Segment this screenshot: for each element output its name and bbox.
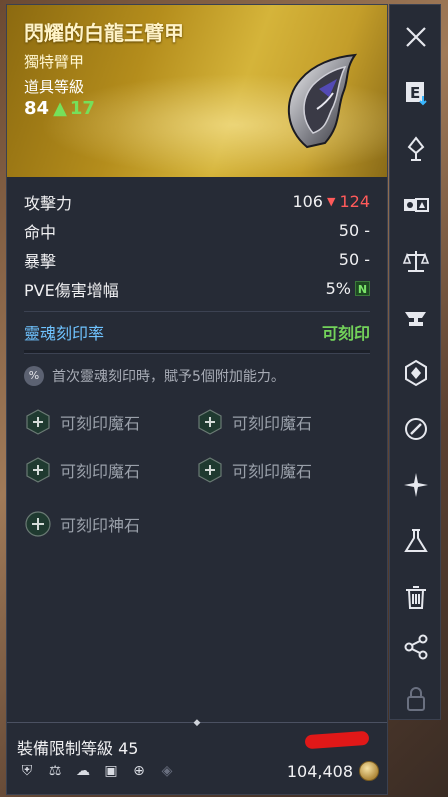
soul-engrave-status: 可刻印 [321, 324, 370, 343]
lock-icon [407, 687, 425, 711]
engrave-notice: % 首次靈魂刻印時，賦予5個附加能力。 [24, 366, 370, 386]
stat-compare-value: 124 [339, 192, 370, 211]
level-up-value: 17 [69, 98, 95, 119]
add-stone-icon [26, 457, 50, 483]
add-stone-icon [198, 457, 222, 483]
sparkle-icon [404, 473, 428, 497]
magic-stone-slots: 可刻印魔石 可刻印魔石 可刻印魔石 可刻印魔石 [24, 406, 370, 486]
add-stone-icon [198, 409, 222, 435]
stat-name: 攻擊力 [24, 193, 73, 213]
slot-label: 可刻印魔石 [60, 462, 141, 481]
stat-value: 50 - [338, 250, 370, 269]
class-book-icon: ☁ [76, 763, 90, 779]
flask-button[interactable] [390, 519, 442, 563]
redaction-mark [304, 730, 370, 750]
class-scale-icon: ⚖ [48, 763, 62, 779]
close-icon [406, 27, 426, 47]
close-button[interactable] [390, 15, 442, 59]
tooltip-footer: ◆ 裝備限制等級 45 ⛨ ⚖ ☁ ▣ ⊕ ◈ 104,408 [7, 718, 387, 794]
stat-value: 106 ▼ 124 [292, 192, 370, 211]
trash-icon [406, 586, 426, 609]
level-up-indicator: ▲ 17 [53, 98, 95, 119]
slot-label: 可刻印神石 [60, 516, 141, 535]
soul-gem-icon [405, 359, 427, 387]
link-icon [405, 418, 427, 440]
class-warrior-icon: ⛨ [21, 763, 33, 779]
equip-icon: E [406, 82, 427, 106]
slot-label: 可刻印魔石 [232, 414, 313, 433]
magic-stone-slot[interactable]: 可刻印魔石 [24, 406, 196, 438]
expand-notch-icon[interactable]: ◆ [194, 718, 201, 728]
action-sidebar: E [389, 4, 441, 720]
class-icons: ⛨ ⚖ ☁ ▣ ⊕ ◈ [17, 761, 177, 781]
stat-current-value: 5% [325, 279, 351, 298]
item-grade: 獨特臂甲 [24, 53, 85, 71]
flask-icon [404, 529, 428, 552]
stat-row-attack: 攻擊力 106 ▼ 124 [24, 187, 370, 216]
class-card-icon: ▣ [104, 763, 118, 779]
share-button[interactable] [390, 625, 442, 669]
class-diamond-icon: ◈ [161, 763, 173, 779]
soul-engrave-label: 靈魂刻印率 [24, 324, 105, 343]
balance-icon [402, 251, 430, 272]
magic-stone-slot[interactable]: 可刻印魔石 [24, 454, 196, 486]
item-header: 閃耀的白龍王臂甲 獨特臂甲 道具等級 84 ▲ 17 [7, 5, 387, 177]
divider [24, 311, 370, 312]
balance-button[interactable] [390, 239, 442, 283]
add-stone-icon [26, 409, 50, 435]
magic-stone-slot[interactable]: 可刻印魔石 [196, 454, 368, 486]
stat-current-value: 106 [292, 192, 323, 211]
stat-row-crit: 暴擊 50 - [24, 245, 370, 274]
compare-button[interactable] [390, 183, 442, 227]
item-level-label: 道具等級 [24, 78, 85, 96]
magic-stone-slot[interactable]: 可刻印魔石 [196, 406, 368, 438]
sell-price: 104,408 [287, 761, 379, 781]
coin-icon [359, 761, 379, 781]
sparkle-button[interactable] [390, 463, 442, 507]
engrave-notice-text: 首次靈魂刻印時，賦予5個附加能力。 [52, 369, 285, 385]
item-tooltip-panel: 閃耀的白龍王臂甲 獨特臂甲 道具等級 84 ▲ 17 攻擊力 106 ▼ 124… [6, 4, 388, 795]
stat-row-pve-damage: PVE傷害增幅 5% N [24, 274, 370, 303]
stat-value: 5% N [326, 279, 370, 298]
item-level-value: 84 [24, 98, 50, 119]
stat-name: 命中 [24, 222, 57, 242]
percent-icon: % [24, 366, 44, 386]
link-button[interactable] [390, 407, 442, 451]
upgrade-icon [407, 136, 425, 161]
god-stone-slot[interactable]: 可刻印神石 [24, 508, 370, 540]
gauntlet-item-icon [288, 53, 358, 149]
item-name: 閃耀的白龍王臂甲 [24, 21, 184, 45]
arrow-up-icon: ▲ [53, 98, 67, 119]
soul-gem-button[interactable] [390, 351, 442, 395]
compare-icon [404, 198, 429, 212]
lock-button[interactable] [390, 677, 442, 721]
slot-label: 可刻印魔石 [60, 414, 141, 433]
price-value: 104,408 [286, 761, 353, 781]
stat-value: 50 - [338, 221, 370, 240]
soul-engrave-row: 靈魂刻印率 可刻印 [24, 318, 370, 346]
stats-section: 攻擊力 106 ▼ 124 命中 50 - 暴擊 50 - PVE傷害增幅 5%… [7, 177, 387, 540]
class-target-icon: ⊕ [133, 763, 145, 779]
stat-name: PVE傷害增幅 [24, 280, 119, 300]
share-icon [404, 634, 428, 660]
anvil-button[interactable] [390, 295, 442, 339]
soul-engrave-progress-bar [24, 350, 370, 354]
equip-button[interactable]: E [390, 71, 442, 115]
delete-button[interactable] [390, 575, 442, 619]
item-level: 84 ▲ 17 [24, 98, 95, 119]
add-god-stone-icon [25, 511, 51, 537]
stat-row-accuracy: 命中 50 - [24, 216, 370, 245]
upgrade-button[interactable] [390, 127, 442, 171]
svg-text:E: E [410, 84, 420, 102]
slot-label: 可刻印魔石 [232, 462, 313, 481]
stat-name: 暴擊 [24, 251, 57, 271]
anvil-icon [405, 312, 426, 326]
arrow-down-icon: ▼ [326, 195, 336, 208]
new-badge: N [355, 281, 370, 296]
required-level: 裝備限制等級 45 [17, 739, 139, 758]
